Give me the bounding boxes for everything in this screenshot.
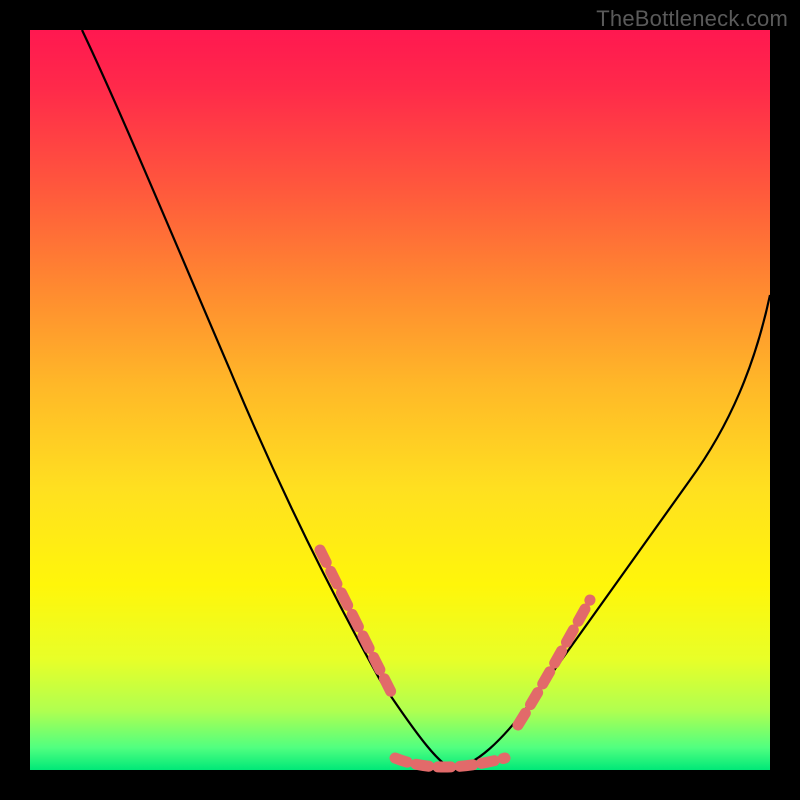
- highlight-trough: [395, 758, 505, 767]
- curve-left-branch: [82, 30, 453, 769]
- watermark-text: TheBottleneck.com: [596, 6, 788, 32]
- highlight-left: [320, 550, 395, 700]
- curve-layer: [30, 30, 770, 770]
- chart-container: TheBottleneck.com: [0, 0, 800, 800]
- plot-frame: [30, 30, 770, 770]
- highlight-right: [518, 600, 590, 725]
- curve-right-branch: [453, 295, 770, 769]
